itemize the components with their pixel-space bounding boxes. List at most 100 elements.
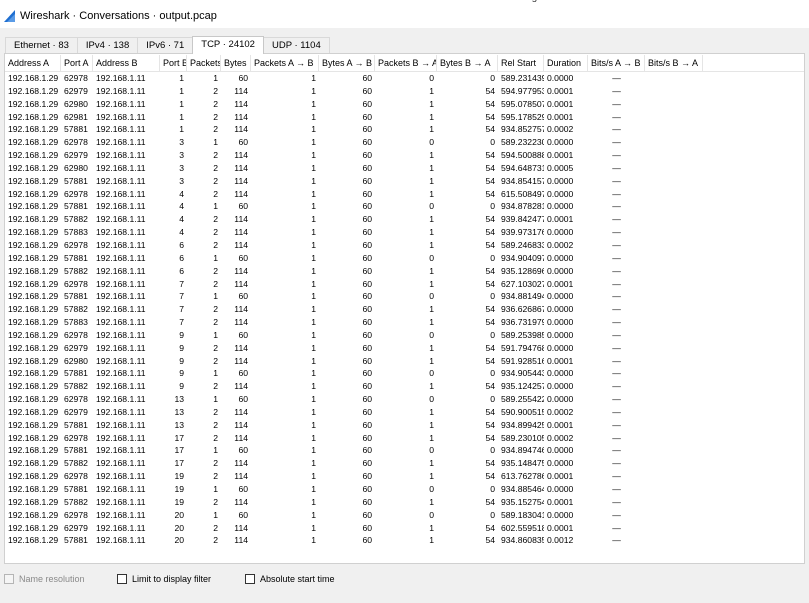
cell-packets-a-to-b: 1 xyxy=(311,111,316,122)
cell-bits-b-to-a xyxy=(645,111,703,124)
cell-address-a: 192.168.1.29 xyxy=(8,496,59,507)
tab-tcp[interactable]: TCP · 24102 xyxy=(192,36,264,54)
cell-port-a: 62978 xyxy=(64,239,88,250)
column-header-bytes-a-to-b[interactable]: Bytes A → B xyxy=(319,55,375,71)
column-header-duration[interactable]: Duration xyxy=(544,55,588,71)
column-header-bits-b-to-a[interactable]: Bits/s B → A xyxy=(645,55,703,71)
table-row[interactable]: 192.168.1.29 62978 192.168.1.11 19 2 114 1 60 1 5… xyxy=(5,470,804,483)
column-header-packets-a-to-b[interactable]: Packets A → B xyxy=(251,55,319,71)
cell-rel-start: 939.842477 xyxy=(501,214,544,225)
table-row[interactable]: 192.168.1.29 62978 192.168.1.11 20 1 60 1 60 0 0 5… xyxy=(5,509,804,522)
table-row[interactable]: 192.168.1.29 62979 192.168.1.11 13 2 114 1 60 1 5… xyxy=(5,406,804,419)
table-row[interactable]: 192.168.1.29 57882 192.168.1.11 6 2 114 1 60 1 54… xyxy=(5,265,804,278)
table-row[interactable]: 192.168.1.29 57883 192.168.1.11 7 2 114 1 60 1 54… xyxy=(5,316,804,329)
cell-address-a: 192.168.1.29 xyxy=(8,342,59,353)
table-row[interactable]: 192.168.1.29 62978 192.168.1.11 9 1 60 1 60 0 0 58… xyxy=(5,329,804,342)
cell-port-b: 3 xyxy=(179,175,184,186)
table-row[interactable]: 192.168.1.29 57881 192.168.1.11 19 1 60 1 60 0 0 9… xyxy=(5,483,804,496)
tab-ipv4[interactable]: IPv4 · 138 xyxy=(76,37,139,53)
column-header-packets-b-to-a[interactable]: Packets B → A xyxy=(375,55,437,71)
limit-to-display-filter-checkbox[interactable]: Limit to display filter xyxy=(117,574,211,584)
cell-bits-a-to-b: — xyxy=(612,227,621,238)
table-row[interactable]: 192.168.1.29 62978 192.168.1.11 17 2 114 1 60 1 5… xyxy=(5,432,804,445)
table-row[interactable]: 192.168.1.29 57881 192.168.1.11 17 1 60 1 60 0 0 9… xyxy=(5,444,804,457)
column-header-packets[interactable]: Packets xyxy=(187,55,221,71)
cell-address-b: 192.168.1.11 xyxy=(96,162,146,173)
table-row[interactable]: 192.168.1.29 57881 192.168.1.11 3 2 114 1 60 1 54… xyxy=(5,175,804,188)
cell-packets-b-to-a: 1 xyxy=(429,265,434,276)
cell-rel-start: 934.899425 xyxy=(501,419,544,430)
tab-ethernet[interactable]: Ethernet · 83 xyxy=(5,37,78,53)
cell-packets: 1 xyxy=(213,137,218,148)
checkbox-box[interactable] xyxy=(245,574,255,584)
column-header-port-a[interactable]: Port A xyxy=(61,55,93,71)
table-row[interactable]: 192.168.1.29 62978 192.168.1.11 6 2 114 1 60 1 54… xyxy=(5,239,804,252)
cell-port-b: 3 xyxy=(179,137,184,148)
cell-port-b: 4 xyxy=(179,201,184,212)
table-row[interactable]: 192.168.1.29 62978 192.168.1.11 3 1 60 1 60 0 0 58… xyxy=(5,136,804,149)
cell-bytes-a-to-b: 60 xyxy=(362,150,372,161)
cell-packets-a-to-b: 1 xyxy=(311,458,316,469)
cell-bits-a-to-b: — xyxy=(612,509,621,520)
table-row[interactable]: 192.168.1.29 62978 192.168.1.11 7 2 114 1 60 1 54… xyxy=(5,278,804,291)
cell-packets: 1 xyxy=(213,252,218,263)
cell-bits-a-to-b: — xyxy=(612,432,621,443)
cell-address-a: 192.168.1.29 xyxy=(8,278,59,289)
table-row[interactable]: 192.168.1.29 57881 192.168.1.11 13 2 114 1 60 1 5… xyxy=(5,419,804,432)
table-row[interactable]: 192.168.1.29 57882 192.168.1.11 4 2 114 1 60 1 54… xyxy=(5,213,804,226)
table-row[interactable]: 192.168.1.29 57881 192.168.1.11 4 1 60 1 60 0 0 93… xyxy=(5,200,804,213)
cell-packets-b-to-a: 1 xyxy=(429,522,434,533)
cell-port-a: 62978 xyxy=(64,509,88,520)
table-row[interactable]: 192.168.1.29 57881 192.168.1.11 20 2 114 1 60 1 5… xyxy=(5,534,804,547)
table-row[interactable]: 192.168.1.29 62980 192.168.1.11 9 2 114 1 60 1 54… xyxy=(5,355,804,368)
table-row[interactable]: 192.168.1.29 57883 192.168.1.11 4 2 114 1 60 1 54… xyxy=(5,226,804,239)
cell-packets-b-to-a: 1 xyxy=(429,188,434,199)
cell-rel-start: 934.894746 xyxy=(501,445,544,456)
tab-ipv6[interactable]: IPv6 · 71 xyxy=(137,37,194,53)
table-row[interactable]: 192.168.1.29 57882 192.168.1.11 7 2 114 1 60 1 54… xyxy=(5,303,804,316)
table-row[interactable]: 192.168.1.29 62979 192.168.1.11 20 2 114 1 60 1 5… xyxy=(5,522,804,535)
table-row[interactable]: 192.168.1.29 62978 192.168.1.11 4 2 114 1 60 1 54… xyxy=(5,188,804,201)
table-row[interactable]: 192.168.1.29 57881 192.168.1.11 6 1 60 1 60 0 0 93… xyxy=(5,252,804,265)
cell-packets-a-to-b: 1 xyxy=(311,201,316,212)
cell-address-b: 192.168.1.11 xyxy=(96,432,146,443)
cell-port-b: 1 xyxy=(179,85,184,96)
cell-bits-a-to-b: — xyxy=(612,201,621,212)
cell-address-a: 192.168.1.29 xyxy=(8,265,59,276)
cell-port-b: 20 xyxy=(174,509,184,520)
table-row[interactable]: 192.168.1.29 62980 192.168.1.11 1 2 114 1 60 1 54… xyxy=(5,98,804,111)
cell-bits-a-to-b: — xyxy=(612,188,621,199)
table-row[interactable]: 192.168.1.29 62979 192.168.1.11 3 2 114 1 60 1 54… xyxy=(5,149,804,162)
column-header-rel-start[interactable]: Rel Start xyxy=(498,55,544,71)
table-row[interactable]: 192.168.1.29 57882 192.168.1.11 19 2 114 1 60 1 5… xyxy=(5,496,804,509)
table-row[interactable]: 192.168.1.29 62979 192.168.1.11 1 2 114 1 60 1 54… xyxy=(5,85,804,98)
table-row[interactable]: 192.168.1.29 62979 192.168.1.11 9 2 114 1 60 1 54… xyxy=(5,342,804,355)
cell-packets-b-to-a: 1 xyxy=(429,342,434,353)
cell-address-b: 192.168.1.11 xyxy=(96,304,146,315)
table-row[interactable]: 192.168.1.29 57881 192.168.1.11 7 1 60 1 60 0 0 93… xyxy=(5,290,804,303)
table-row[interactable]: 192.168.1.29 57882 192.168.1.11 17 2 114 1 60 1 5… xyxy=(5,457,804,470)
table-row[interactable]: 192.168.1.29 57882 192.168.1.11 9 2 114 1 60 1 54… xyxy=(5,380,804,393)
column-header-address-a[interactable]: Address A xyxy=(5,55,61,71)
table-row[interactable]: 192.168.1.29 57881 192.168.1.11 9 1 60 1 60 0 0 93… xyxy=(5,367,804,380)
table-row[interactable]: 192.168.1.29 57881 192.168.1.11 1 2 114 1 60 1 54… xyxy=(5,123,804,136)
cell-bits-b-to-a xyxy=(645,419,703,432)
checkbox-box[interactable] xyxy=(117,574,127,584)
column-header-address-b[interactable]: Address B xyxy=(93,55,160,71)
cell-port-a: 57881 xyxy=(64,175,88,186)
column-header-bytes-b-to-a[interactable]: Bytes B → A xyxy=(437,55,498,71)
table-row[interactable]: 192.168.1.29 62981 192.168.1.11 1 2 114 1 60 1 54… xyxy=(5,111,804,124)
cell-packets-a-to-b: 1 xyxy=(311,419,316,430)
table-row[interactable]: 192.168.1.29 62978 192.168.1.11 1 1 60 1 60 0 0 58… xyxy=(5,72,804,85)
cell-bytes-a-to-b: 60 xyxy=(362,381,372,392)
tab-udp[interactable]: UDP · 1104 xyxy=(262,37,330,53)
cell-bits-b-to-a xyxy=(645,470,703,483)
absolute-start-time-checkbox[interactable]: Absolute start time xyxy=(245,574,335,584)
column-header-port-b[interactable]: Port B xyxy=(160,55,187,71)
column-header-bytes[interactable]: Bytes xyxy=(221,55,251,71)
cell-packets-b-to-a: 0 xyxy=(429,291,434,302)
table-row[interactable]: 192.168.1.29 62978 192.168.1.11 13 1 60 1 60 0 0 5… xyxy=(5,393,804,406)
table-row[interactable]: 192.168.1.29 62980 192.168.1.11 3 2 114 1 60 1 54… xyxy=(5,162,804,175)
cell-packets-a-to-b: 1 xyxy=(311,265,316,276)
column-header-bits-a-to-b[interactable]: Bits/s A → B xyxy=(588,55,645,71)
